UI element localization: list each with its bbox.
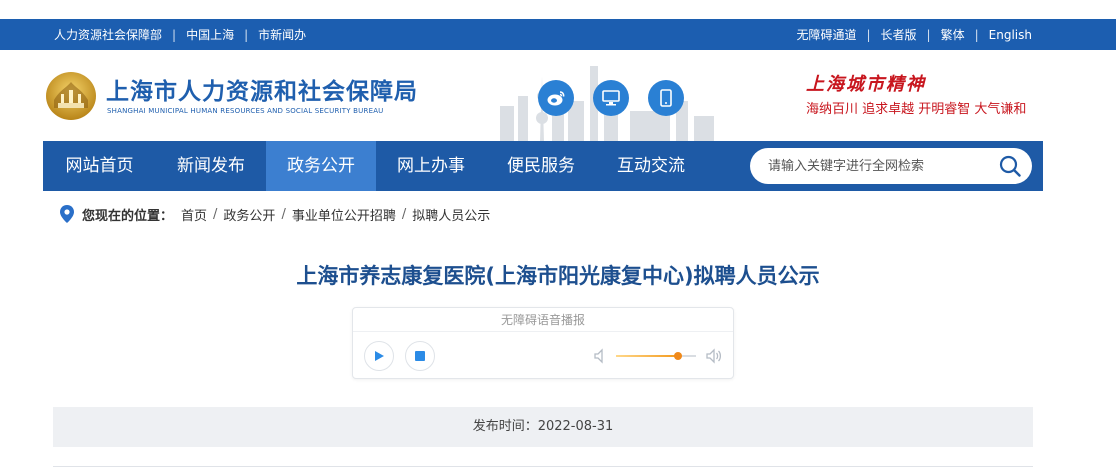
bureau-logo[interactable] xyxy=(44,70,98,122)
divider: | xyxy=(866,27,871,42)
top-bar-right-links: 无障碍通道 | 长者版 | 繁体 | English xyxy=(796,19,1032,50)
site-header: 上海市人力资源和社会保障局 SHANGHAI MUNICIPAL HUMAN R… xyxy=(0,50,1116,141)
breadcrumb: 您现在的位置： 首页 / 政务公开 / 事业单位公开招聘 / 拟聘人员公示 xyxy=(60,205,490,224)
top-bar-left-links: 人力资源社会保障部 | 中国上海 | 市新闻办 xyxy=(54,19,306,50)
nav-item-public-services[interactable]: 便民服务 xyxy=(486,141,596,191)
link-traditional-chinese[interactable]: 繁体 xyxy=(941,26,965,43)
nav-item-government-affairs[interactable]: 政务公开 xyxy=(266,141,376,191)
nav-item-news[interactable]: 新闻发布 xyxy=(156,141,266,191)
divider: | xyxy=(974,27,979,42)
link-english[interactable]: English xyxy=(989,28,1032,42)
content-divider xyxy=(53,466,1033,467)
desktop-icon xyxy=(602,90,620,106)
link-china-shanghai[interactable]: 中国上海 xyxy=(186,26,234,43)
breadcrumb-recruitment[interactable]: 事业单位公开招聘 xyxy=(292,205,396,224)
link-accessibility[interactable]: 无障碍通道 xyxy=(796,26,856,43)
search-icon[interactable] xyxy=(998,154,1022,178)
mobile-icon xyxy=(660,89,672,107)
breadcrumb-separator: / xyxy=(401,206,407,222)
play-button[interactable] xyxy=(364,341,394,371)
breadcrumb-current[interactable]: 拟聘人员公示 xyxy=(412,205,490,224)
breadcrumb-separator: / xyxy=(213,206,218,222)
nav-item-home[interactable]: 网站首页 xyxy=(43,141,156,191)
city-spirit-slogan: 海纳百川 追求卓越 开明睿智 大气谦和 xyxy=(806,102,1027,117)
breadcrumb-home[interactable]: 首页 xyxy=(181,205,207,224)
nav-item-online-services[interactable]: 网上办事 xyxy=(376,141,486,191)
nav-item-interaction[interactable]: 互动交流 xyxy=(596,141,706,191)
play-icon xyxy=(375,351,384,361)
page-title: 上海市养志康复医院(上海市阳光康复中心)拟聘人员公示 xyxy=(296,264,820,288)
city-spirit-title: 上海城市精神 xyxy=(806,74,926,95)
search-input[interactable] xyxy=(768,148,988,184)
volume-slider-fill xyxy=(616,355,679,357)
volume-slider-handle[interactable] xyxy=(674,352,683,360)
stop-button[interactable] xyxy=(405,341,435,371)
weibo-icon xyxy=(547,91,565,106)
audio-player: 无障碍语音播报 xyxy=(352,307,734,379)
divider: | xyxy=(172,27,177,42)
link-elder-version[interactable]: 长者版 xyxy=(881,26,917,43)
mobile-version-button[interactable] xyxy=(648,80,684,116)
site-name[interactable]: 上海市人力资源和社会保障局 xyxy=(106,72,418,106)
volume-down-icon[interactable] xyxy=(593,348,609,364)
breadcrumb-label: 您现在的位置： xyxy=(82,208,174,224)
volume-slider[interactable] xyxy=(616,352,696,360)
link-news-office[interactable]: 市新闻办 xyxy=(258,26,306,43)
stop-icon xyxy=(415,351,425,361)
volume-up-icon[interactable] xyxy=(706,348,722,364)
breadcrumb-separator: / xyxy=(281,206,286,222)
publish-date: 发布时间：2022-08-31 xyxy=(53,407,1033,447)
divider: | xyxy=(926,27,931,42)
main-nav: 网站首页 新闻发布 政务公开 网上办事 便民服务 互动交流 xyxy=(43,141,1043,191)
top-bar: 人力资源社会保障部 | 中国上海 | 市新闻办 无障碍通道 | 长者版 | 繁体… xyxy=(0,19,1116,50)
audio-player-title: 无障碍语音播报 xyxy=(353,308,733,332)
breadcrumb-government-affairs[interactable]: 政务公开 xyxy=(223,205,275,224)
weibo-button[interactable] xyxy=(538,80,574,116)
link-mohrss[interactable]: 人力资源社会保障部 xyxy=(54,26,162,43)
location-pin-icon xyxy=(60,205,74,223)
site-name-english: SHANGHAI MUNICIPAL HUMAN RESOURCES AND S… xyxy=(107,107,384,115)
desktop-version-button[interactable] xyxy=(593,80,629,116)
divider: | xyxy=(244,27,249,42)
search-box xyxy=(750,148,1032,184)
